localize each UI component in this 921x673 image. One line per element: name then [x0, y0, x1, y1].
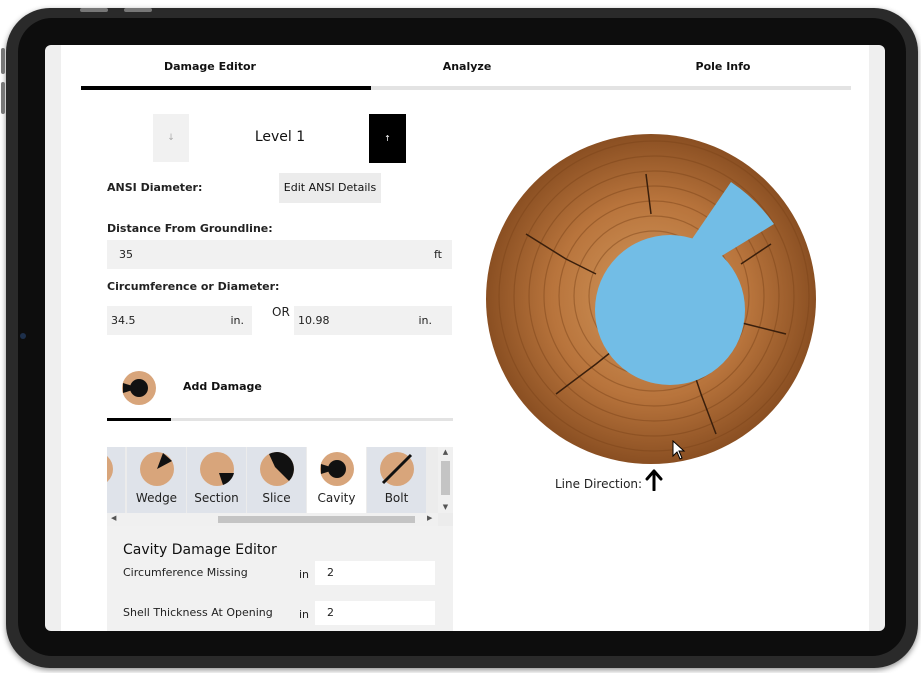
- add-damage-label[interactable]: Add Damage: [183, 380, 262, 393]
- scroll-up-icon[interactable]: ▲: [438, 448, 453, 456]
- damage-type-label: Bolt: [384, 491, 409, 505]
- circumference-label: Circumference or Diameter:: [107, 280, 280, 293]
- circumference-field[interactable]: 34.5 in.: [107, 306, 252, 335]
- shell-thickness-unit: in: [299, 608, 310, 621]
- pole-cross-section[interactable]: [486, 134, 816, 464]
- cavity-area: [595, 235, 745, 385]
- horizontal-scrollbar[interactable]: ◀ ▶: [107, 513, 438, 526]
- side-button: [1, 82, 5, 114]
- damage-type-slice[interactable]: Slice: [247, 447, 306, 513]
- damage-type-list: ket Wedge Section: [107, 447, 453, 513]
- circumference-missing-value: 2: [327, 566, 334, 579]
- volume-button: [124, 8, 152, 12]
- side-button: [1, 48, 5, 74]
- distance-value: 35: [119, 248, 133, 261]
- diameter-field[interactable]: 10.98 in.: [294, 306, 452, 335]
- distance-unit: ft: [434, 248, 442, 261]
- level-up-button[interactable]: ↑: [369, 114, 406, 163]
- damage-type-section[interactable]: Section: [187, 447, 246, 513]
- damage-type-cavity[interactable]: Cavity: [307, 447, 366, 513]
- level-down-button[interactable]: ↓: [153, 114, 189, 162]
- editor-title: Cavity Damage Editor: [123, 542, 277, 558]
- tab-pole-info[interactable]: Pole Info: [595, 45, 851, 89]
- tab-analyze[interactable]: Analyze: [339, 45, 595, 89]
- circumference-missing-input[interactable]: 2: [315, 561, 435, 585]
- damage-type-label: Wedge: [135, 491, 178, 505]
- arrow-up-icon: ↑: [384, 134, 391, 143]
- damage-type-pocket[interactable]: ket: [107, 447, 125, 513]
- slice-damage-icon: [260, 452, 294, 486]
- damage-type-bolt[interactable]: Bolt: [367, 447, 426, 513]
- shell-thickness-input[interactable]: 2: [315, 601, 435, 625]
- subtab-active-indicator: [107, 418, 171, 421]
- camera-dot: [20, 333, 26, 339]
- vertical-scrollbar[interactable]: ▲ ▼: [438, 447, 453, 513]
- arrow-up-icon[interactable]: [645, 469, 663, 491]
- diameter-value: 10.98: [298, 314, 330, 327]
- app-window: Damage Editor Analyze Pole Info ↓ Level …: [61, 45, 869, 631]
- damage-type-wedge[interactable]: Wedge: [127, 447, 186, 513]
- arrow-down-icon: ↓: [167, 133, 175, 143]
- ansi-diameter-label: ANSI Diameter:: [107, 181, 203, 194]
- line-direction-label: Line Direction:: [555, 477, 643, 491]
- screen: Damage Editor Analyze Pole Info ↓ Level …: [45, 45, 885, 631]
- distance-label: Distance From Groundline:: [107, 222, 273, 235]
- damage-type-label: ket: [107, 491, 125, 505]
- cavity-damage-icon: [320, 452, 354, 486]
- horizontal-scroll-thumb[interactable]: [218, 516, 415, 523]
- damage-type-label: Section: [194, 491, 239, 505]
- level-label: Level 1: [254, 129, 306, 145]
- diameter-unit: in.: [418, 314, 432, 327]
- or-label: OR: [272, 305, 290, 319]
- bolt-damage-icon: [380, 452, 414, 486]
- shell-thickness-label: Shell Thickness At Opening: [123, 606, 273, 619]
- scroll-right-icon[interactable]: ▶: [427, 514, 432, 522]
- wedge-damage-icon: [140, 452, 174, 486]
- vertical-scroll-thumb[interactable]: [441, 461, 450, 495]
- cavity-damage-editor: Cavity Damage Editor Circumference Missi…: [107, 526, 453, 631]
- circumference-missing-unit: in: [299, 568, 310, 581]
- volume-button: [80, 8, 108, 12]
- damage-type-strip: ket Wedge Section: [107, 447, 453, 526]
- mouse-cursor-icon: [672, 440, 686, 460]
- damage-type-label: Cavity: [317, 491, 356, 505]
- tab-damage-editor[interactable]: Damage Editor: [81, 45, 339, 89]
- circumference-missing-label: Circumference Missing: [123, 566, 248, 579]
- scroll-left-icon[interactable]: ◀: [111, 514, 116, 522]
- shell-thickness-value: 2: [327, 606, 334, 619]
- edit-ansi-details-button[interactable]: Edit ANSI Details: [279, 173, 381, 203]
- pocket-damage-icon: [107, 456, 113, 482]
- circumference-value: 34.5: [111, 314, 136, 327]
- section-damage-icon: [200, 452, 234, 486]
- circumference-unit: in.: [230, 314, 244, 327]
- damage-type-label: Slice: [262, 491, 291, 505]
- tab-bar: Damage Editor Analyze Pole Info: [81, 45, 851, 91]
- scroll-down-icon[interactable]: ▼: [438, 503, 453, 511]
- cavity-damage-icon[interactable]: [120, 369, 158, 407]
- tab-active-indicator: [81, 86, 371, 90]
- distance-field[interactable]: 35 ft: [107, 240, 452, 269]
